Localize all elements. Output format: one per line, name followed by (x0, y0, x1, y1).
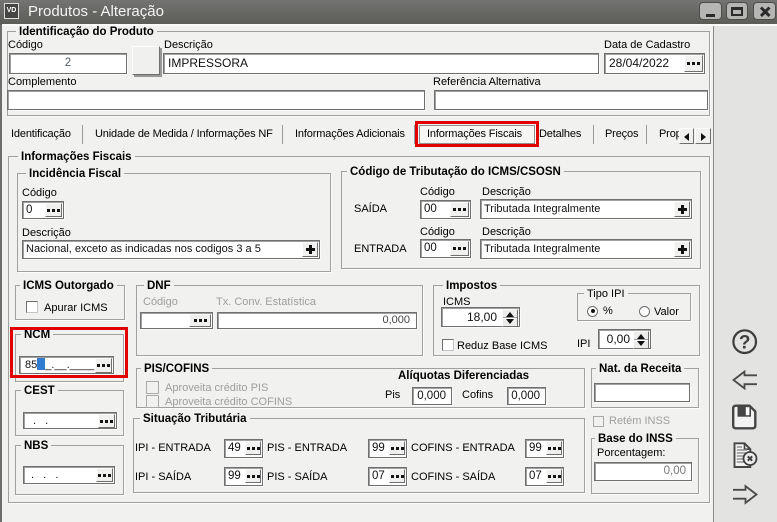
svg-text:?: ? (739, 333, 751, 354)
